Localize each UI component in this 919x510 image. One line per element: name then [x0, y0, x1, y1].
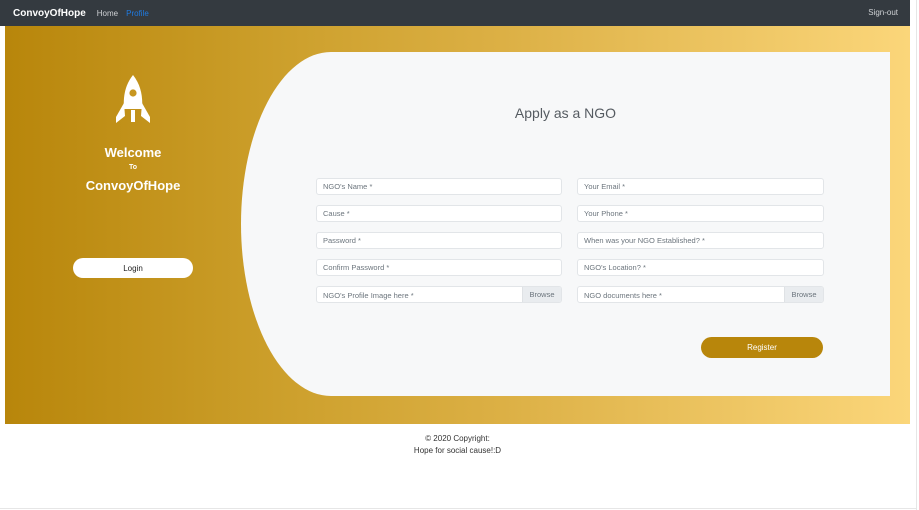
- confirm-password-input[interactable]: [316, 259, 562, 276]
- nav-link-home[interactable]: Home: [97, 9, 118, 18]
- profile-image-label: NGO's Profile Image here *: [323, 291, 414, 300]
- established-date-input[interactable]: [577, 232, 824, 249]
- profile-image-browse-button[interactable]: Browse: [522, 287, 561, 302]
- hero-section: Welcome To ConvoyOfHope Login Apply as a…: [5, 26, 910, 424]
- password-input[interactable]: [316, 232, 562, 249]
- form-title: Apply as a NGO: [514, 105, 617, 121]
- footer-copyright: © 2020 Copyright:: [425, 434, 490, 443]
- welcome-brand: ConvoyOfHope: [85, 178, 181, 193]
- documents-label: NGO documents here *: [584, 291, 662, 300]
- welcome-to-text: To: [128, 164, 138, 171]
- profile-image-file-input[interactable]: NGO's Profile Image here * Browse: [316, 286, 562, 303]
- cause-input[interactable]: [316, 205, 562, 222]
- login-button[interactable]: Login: [73, 258, 193, 278]
- welcome-panel: Welcome To ConvoyOfHope Login: [5, 26, 260, 424]
- nav-link-profile[interactable]: Profile: [126, 9, 149, 18]
- phone-input[interactable]: [577, 205, 824, 222]
- register-button[interactable]: Register: [701, 337, 823, 358]
- documents-browse-button[interactable]: Browse: [784, 287, 823, 302]
- rocket-icon: [116, 75, 150, 123]
- page-border-right: [916, 0, 917, 510]
- registration-card: Apply as a NGO NGO's Profile Image here …: [241, 52, 890, 396]
- email-input[interactable]: [577, 178, 824, 195]
- page-border-bottom: [0, 508, 917, 509]
- footer: © 2020 Copyright: Hope for social cause!…: [0, 433, 915, 457]
- ngo-name-input[interactable]: [316, 178, 562, 195]
- navbar: ConvoyOfHope Home Profile Sign-out: [0, 0, 910, 26]
- navbar-brand[interactable]: ConvoyOfHope: [13, 8, 86, 19]
- signout-link[interactable]: Sign-out: [868, 8, 898, 17]
- footer-tagline: Hope for social cause!:D: [413, 446, 502, 455]
- location-input[interactable]: [577, 259, 824, 276]
- welcome-heading: Welcome: [104, 145, 162, 160]
- documents-file-input[interactable]: NGO documents here * Browse: [577, 286, 824, 303]
